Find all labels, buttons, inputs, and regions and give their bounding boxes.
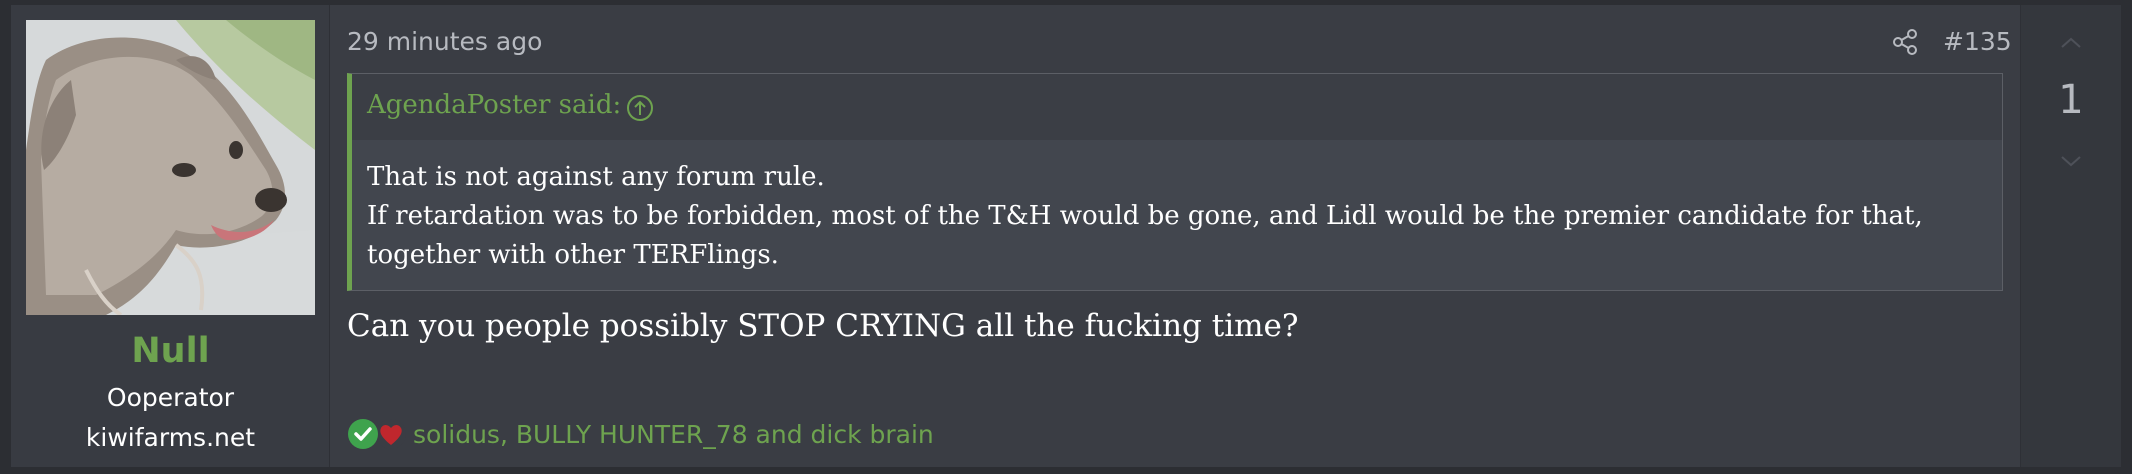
arrow-up-circle-icon[interactable] [625,93,655,123]
post-number-link[interactable]: #135 [1943,27,2012,56]
user-info-panel: Null Ooperator kiwifarms.net [11,5,330,467]
username[interactable]: Null [11,331,330,371]
user-banner: kiwifarms.net [85,423,256,452]
vote-panel: 1 [2020,5,2121,467]
vote-score: 1 [2058,77,2084,123]
quote-header: AgendaPoster said: [352,74,2002,140]
quote-line: If retardation was to be forbidden, most… [367,201,1923,270]
post-date[interactable]: 29 minutes ago [347,27,542,56]
quote-line: That is not against any forum rule. [367,162,825,192]
chevron-down-icon[interactable] [2056,153,2086,171]
avatar[interactable] [26,20,315,315]
post-content: 29 minutes ago #135 AgendaPoster said: T… [331,5,2031,467]
love-heart-icon [375,418,407,450]
quote-block: AgendaPoster said: That is not against a… [347,73,2003,291]
post-message: Can you people possibly STOP CRYING all … [347,308,1299,344]
share-icon[interactable] [1890,27,1920,57]
like-check-icon [347,418,379,450]
reactions-bar: solidus, BULLY HUNTER_78 and dick brain [347,415,934,453]
quote-author-link[interactable]: AgendaPoster said: [367,90,621,120]
chevron-up-icon[interactable] [2056,33,2086,51]
reaction-icons[interactable] [347,416,409,452]
user-title: Ooperator [106,383,235,412]
quote-body: That is not against any forum rule. If r… [367,158,1987,275]
forum-post: Null Ooperator kiwifarms.net 29 minutes … [11,5,2121,467]
reaction-users-link[interactable]: solidus, BULLY HUNTER_78 and dick brain [413,420,934,449]
